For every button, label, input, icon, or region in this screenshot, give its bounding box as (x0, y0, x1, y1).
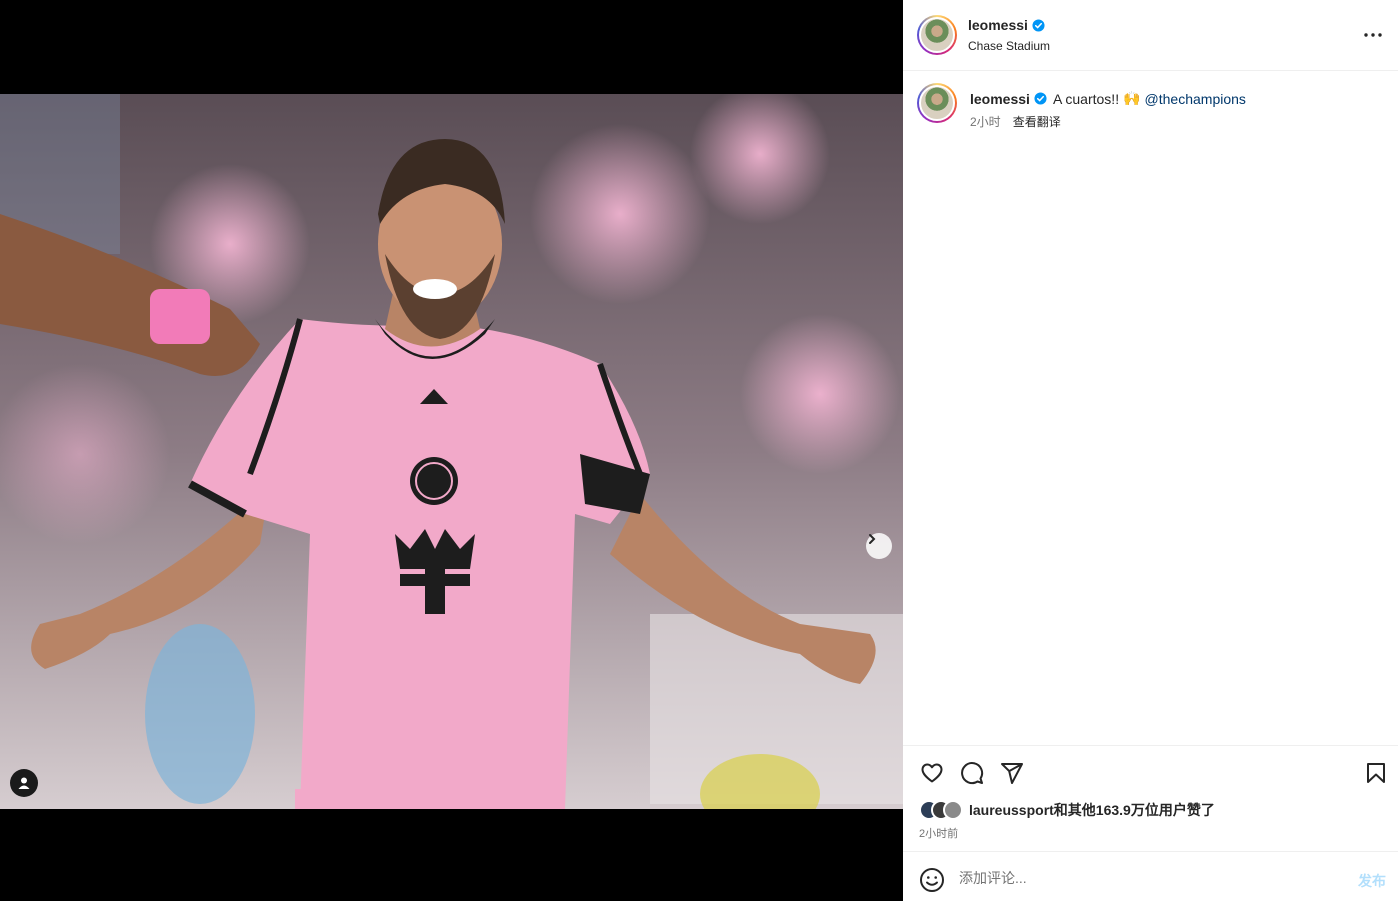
mention-link[interactable]: @thechampions (1145, 91, 1246, 107)
caption-text: A cuartos!! (1052, 90, 1120, 107)
caption-meta: 2小时 查看翻译 (970, 113, 1061, 130)
next-image-button[interactable] (866, 533, 892, 559)
post-photo[interactable] (0, 94, 903, 809)
share-icon (1001, 763, 1023, 784)
comment-button[interactable] (959, 760, 985, 786)
caption-time[interactable]: 2小时 (970, 113, 1001, 130)
post-comment-button[interactable]: 发布 (1358, 871, 1386, 891)
verified-badge-icon (1032, 18, 1045, 32)
user-tag-icon (18, 777, 30, 789)
photo-illustration (0, 94, 903, 809)
header-username[interactable]: leomessi (968, 17, 1028, 33)
share-button[interactable] (999, 760, 1025, 786)
avatar[interactable] (943, 800, 963, 820)
post-header: leomessi Chase Stadium (903, 0, 1398, 71)
caption-emoji: 🙌 (1123, 90, 1141, 106)
liker-avatars (919, 800, 963, 820)
caption-username[interactable]: leomessi (970, 91, 1030, 107)
comment-bar: 发布 (903, 851, 1398, 901)
tagged-users-button[interactable] (10, 769, 38, 797)
save-button[interactable] (1363, 760, 1389, 786)
like-button[interactable] (919, 760, 945, 786)
likes-summary: laureussport和其他163.9万位用户赞了 (919, 800, 1215, 820)
caption-line: leomessi A cuartos!! 🙌 @thechampions (970, 90, 1246, 107)
action-bar: laureussport和其他163.9万位用户赞了 2小时前 (903, 745, 1398, 851)
post-media (0, 0, 903, 901)
comment-input[interactable] (959, 866, 1339, 890)
avatar[interactable] (917, 83, 957, 123)
verified-badge-icon (1034, 92, 1047, 105)
chevron-right-icon (869, 534, 876, 544)
avatar[interactable] (917, 15, 957, 55)
more-horizontal-icon (1364, 33, 1382, 37)
emoji-button[interactable] (919, 867, 945, 893)
header-user: leomessi (968, 17, 1045, 33)
post-timestamp[interactable]: 2小时前 (919, 825, 958, 841)
bookmark-icon (1367, 763, 1385, 783)
smiley-icon (920, 868, 944, 892)
more-options-button[interactable] (1361, 24, 1385, 46)
heart-icon (921, 763, 943, 783)
see-translation-link[interactable]: 查看翻译 (1013, 113, 1061, 130)
likes-count-link[interactable]: laureussport和其他163.9万位用户赞了 (969, 800, 1215, 820)
post-sidebar: leomessi Chase Stadium leomessi A cuarto… (903, 0, 1398, 901)
location-link[interactable]: Chase Stadium (968, 39, 1050, 53)
comment-icon (961, 762, 984, 785)
